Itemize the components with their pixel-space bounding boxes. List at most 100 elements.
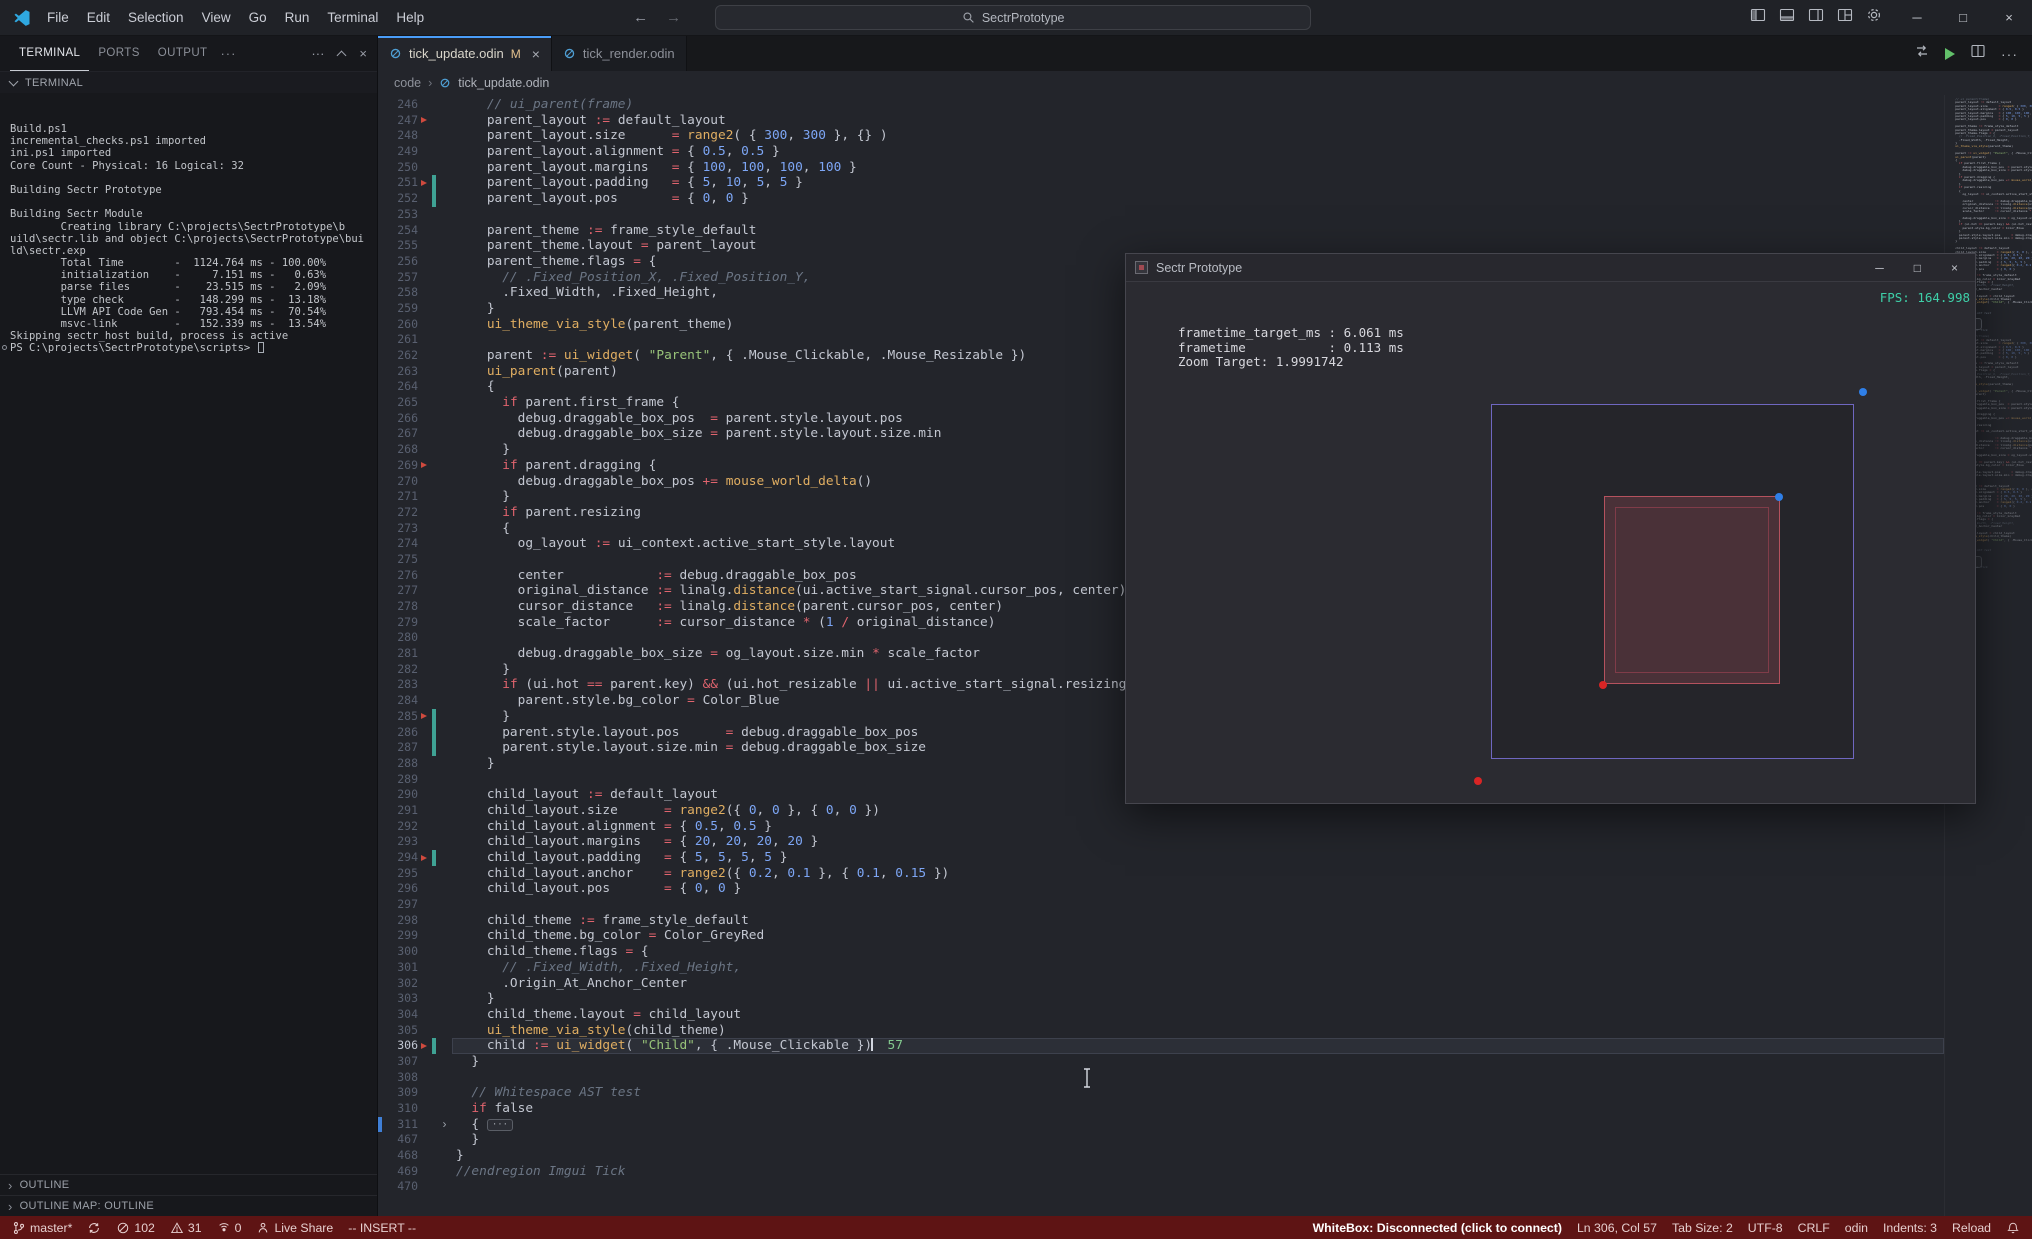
split-editor-icon[interactable] xyxy=(1970,43,1986,64)
code-line-308[interactable]: 308 xyxy=(378,1070,1944,1086)
layout-sidebar-right-icon[interactable] xyxy=(1808,7,1824,28)
code-line-470[interactable]: 470 xyxy=(378,1179,1944,1195)
sidebar-section-outline-map[interactable]: › OUTLINE MAP: OUTLINE xyxy=(0,1195,377,1216)
code-line-468[interactable]: 468} xyxy=(378,1148,1944,1164)
git-change-bar[interactable] xyxy=(432,175,436,192)
sectr-window-titlebar[interactable]: Sectr Prototype ─ □ × xyxy=(1126,254,1975,282)
code-line-251[interactable]: 251 parent_layout.padding = { 5, 10, 5, … xyxy=(378,175,1944,192)
code-line-295[interactable]: 295 child_layout.anchor = range2({ 0.2, … xyxy=(378,866,1944,882)
code-line-302[interactable]: 302 .Origin_At_Anchor_Center xyxy=(378,976,1944,992)
code-line-250[interactable]: 250 parent_layout.margins = { 100, 100, … xyxy=(378,160,1944,176)
breadcrumb-file[interactable]: tick_update.odin xyxy=(458,76,549,90)
git-change-bar[interactable] xyxy=(432,708,436,725)
panel-tabs-more-icon[interactable]: ··· xyxy=(220,46,236,61)
code-line-296[interactable]: 296 child_layout.pos = { 0, 0 } xyxy=(378,881,1944,897)
gutter-marker-icon[interactable] xyxy=(421,854,427,861)
code-line-309[interactable]: 309 // Whitespace AST test xyxy=(378,1085,1944,1101)
code-line-469[interactable]: 469//endregion Imgui Tick xyxy=(378,1164,1944,1180)
sectr-close-button[interactable]: × xyxy=(1951,261,1958,275)
code-line-293[interactable]: 293 child_layout.margins = { 20, 20, 20,… xyxy=(378,834,1944,850)
code-line-305[interactable]: 305 ui_theme_via_style(child_theme) xyxy=(378,1023,1944,1039)
code-line-247[interactable]: 247 parent_layout := default_layout xyxy=(378,113,1944,129)
layout-customize-icon[interactable] xyxy=(1837,7,1853,28)
code-line-249[interactable]: 249 parent_layout.alignment = { 0.5, 0.5… xyxy=(378,144,1944,160)
status-102[interactable]: 102 xyxy=(116,1221,155,1235)
tab-close-icon[interactable]: × xyxy=(532,46,540,62)
code-line-304[interactable]: 304 child_theme.layout = child_layout xyxy=(378,1007,1944,1023)
code-line-298[interactable]: 298 child_theme := frame_style_default xyxy=(378,913,1944,929)
gutter-marker-icon[interactable] xyxy=(421,713,427,720)
breadcrumb-folder[interactable]: code xyxy=(394,76,421,90)
panel-actions-more-icon[interactable]: ··· xyxy=(311,46,324,61)
gutter-marker-icon[interactable] xyxy=(421,117,427,124)
code-line-467[interactable]: 467 } xyxy=(378,1132,1944,1148)
code-line-246[interactable]: 246 // ui_parent(frame) xyxy=(378,97,1944,113)
code-line-292[interactable]: 292 child_layout.alignment = { 0.5, 0.5 … xyxy=(378,819,1944,835)
sectr-minimize-button[interactable]: ─ xyxy=(1875,261,1884,275)
code-line-300[interactable]: 300 child_theme.flags = { xyxy=(378,944,1944,960)
status-odin[interactable]: odin xyxy=(1845,1221,1868,1235)
fold-expand-icon[interactable]: › xyxy=(437,1117,452,1133)
git-change-bar[interactable] xyxy=(432,740,436,756)
layout-sidebar-left-icon[interactable] xyxy=(1750,7,1766,28)
status-whitebox-disconnected-click-to-connect[interactable]: WhiteBox: Disconnected (click to connect… xyxy=(1313,1221,1562,1235)
window-close-button[interactable]: × xyxy=(1986,0,2032,36)
git-change-bar[interactable] xyxy=(432,850,436,866)
back-icon[interactable]: ← xyxy=(633,9,648,26)
status-ln-306-col-57[interactable]: Ln 306, Col 57 xyxy=(1577,1221,1657,1235)
run-file-play-icon[interactable] xyxy=(1945,47,1955,60)
code-line-252[interactable]: 252 parent_layout.pos = { 0, 0 } xyxy=(378,191,1944,207)
terminal-output[interactable]: Build.ps1 incremental_checks.ps1 imported… xyxy=(0,93,377,1216)
status-indents-3[interactable]: Indents: 3 xyxy=(1883,1221,1937,1235)
code-line-291[interactable]: 291 child_layout.size = range2({ 0, 0 },… xyxy=(378,803,1944,819)
code-line-310[interactable]: 310 if false xyxy=(378,1101,1944,1117)
status-bell-indicator[interactable] xyxy=(2006,1221,2020,1235)
code-line-255[interactable]: 255 parent_theme.layout = parent_layout xyxy=(378,238,1944,254)
gutter-marker-icon[interactable] xyxy=(421,1042,427,1049)
gutter-marker-icon[interactable] xyxy=(421,462,427,469)
code-line-303[interactable]: 303 } xyxy=(378,991,1944,1007)
compare-changes-icon[interactable] xyxy=(1914,43,1930,64)
status-insert[interactable]: -- INSERT -- xyxy=(348,1221,416,1235)
git-change-bar[interactable] xyxy=(432,724,436,741)
menu-terminal[interactable]: Terminal xyxy=(318,0,387,36)
status-0[interactable]: 0 xyxy=(217,1221,241,1235)
status-crlf[interactable]: CRLF xyxy=(1798,1221,1830,1235)
vscode-logo-icon[interactable] xyxy=(12,8,32,28)
status-sync-indicator[interactable] xyxy=(87,1221,101,1235)
tab-tick-update-odin[interactable]: tick_update.odin M × xyxy=(378,36,552,71)
status-utf-8[interactable]: UTF-8 xyxy=(1748,1221,1783,1235)
code-line-306[interactable]: 306 child := ui_widget( "Child", { .Mous… xyxy=(378,1038,1944,1054)
panel-maximize-icon[interactable] xyxy=(336,50,347,61)
menu-edit[interactable]: Edit xyxy=(78,0,119,36)
command-center-search[interactable]: SectrPrototype xyxy=(715,5,1312,30)
status-reload[interactable]: Reload xyxy=(1952,1221,1991,1235)
sidebar-section-outline[interactable]: › OUTLINE xyxy=(0,1174,377,1195)
window-maximize-button[interactable]: □ xyxy=(1940,0,1986,36)
panel-tab-output[interactable]: OUTPUT xyxy=(149,37,217,71)
terminal-section-header[interactable]: TERMINAL xyxy=(0,71,377,93)
code-line-311[interactable]: 311 › { ··· xyxy=(378,1116,1944,1133)
breadcrumb[interactable]: code › tick_update.odin xyxy=(378,71,2032,95)
code-line-297[interactable]: 297 xyxy=(378,897,1944,913)
editor-more-actions-icon[interactable]: ··· xyxy=(2001,46,2018,62)
code-line-254[interactable]: 254 parent_theme := frame_style_default xyxy=(378,223,1944,239)
forward-icon[interactable]: → xyxy=(666,9,681,26)
sectr-viewport[interactable]: FPS: 164.998 frametime_target_ms : 6.061… xyxy=(1126,282,1975,803)
menu-go[interactable]: Go xyxy=(240,0,276,36)
panel-close-icon[interactable]: × xyxy=(359,46,367,61)
panel-tab-terminal[interactable]: TERMINAL xyxy=(10,37,90,71)
code-line-307[interactable]: 307 } xyxy=(378,1054,1944,1070)
settings-gear-icon[interactable] xyxy=(1866,7,1882,28)
panel-tab-ports[interactable]: PORTS xyxy=(89,37,148,71)
status-31[interactable]: 31 xyxy=(170,1221,202,1235)
git-change-bar[interactable] xyxy=(432,1038,436,1054)
code-line-301[interactable]: 301 // .Fixed_Width, .Fixed_Height, xyxy=(378,960,1944,976)
code-line-253[interactable]: 253 xyxy=(378,207,1944,223)
menu-help[interactable]: Help xyxy=(387,0,433,36)
window-minimize-button[interactable]: ─ xyxy=(1894,0,1940,36)
code-line-294[interactable]: 294 child_layout.padding = { 5, 5, 5, 5 … xyxy=(378,850,1944,866)
sectr-prototype-window[interactable]: Sectr Prototype ─ □ × FPS: 164.998 frame… xyxy=(1125,253,1976,804)
menu-run[interactable]: Run xyxy=(276,0,319,36)
status-master[interactable]: master* xyxy=(12,1221,72,1235)
